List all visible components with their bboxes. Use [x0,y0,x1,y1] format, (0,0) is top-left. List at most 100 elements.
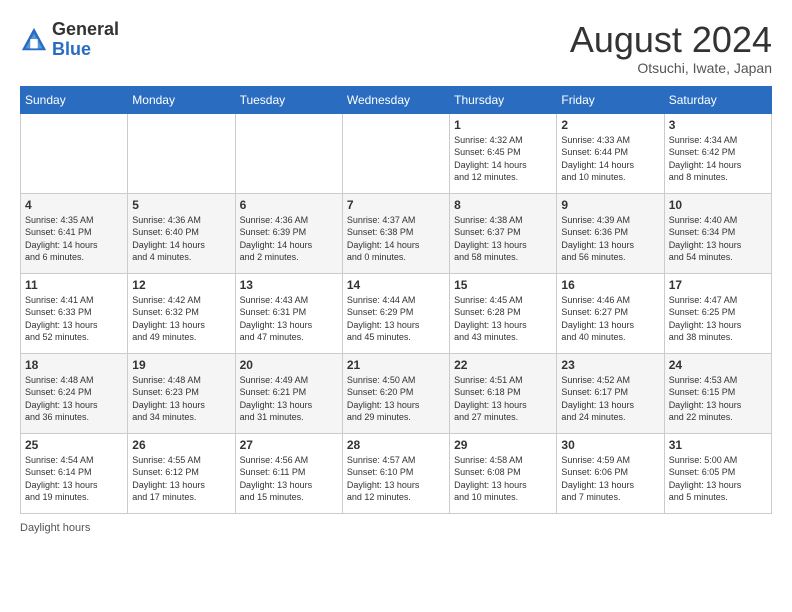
day-number: 18 [25,358,123,372]
day-number: 17 [669,278,767,292]
day-number: 6 [240,198,338,212]
day-info: Sunrise: 4:52 AM Sunset: 6:17 PM Dayligh… [561,374,659,424]
logo-blue-text: Blue [52,39,91,59]
day-cell: 20 Sunrise: 4:49 AM Sunset: 6:21 PM Dayli… [235,353,342,433]
day-number: 10 [669,198,767,212]
col-header-sunday: Sunday [21,86,128,113]
day-info: Sunrise: 4:58 AM Sunset: 6:08 PM Dayligh… [454,454,552,504]
day-cell: 5 Sunrise: 4:36 AM Sunset: 6:40 PM Daylig… [128,193,235,273]
day-info: Sunrise: 4:43 AM Sunset: 6:31 PM Dayligh… [240,294,338,344]
day-cell [235,113,342,193]
week-row-4: 18 Sunrise: 4:48 AM Sunset: 6:24 PM Dayli… [21,353,772,433]
day-cell: 8Sunrise: 4:38 AM Sunset: 6:37 PM Daylig… [450,193,557,273]
day-cell: 19Sunrise: 4:48 AM Sunset: 6:23 PM Dayli… [128,353,235,433]
day-cell: 17 Sunrise: 4:47 AM Sunset: 6:25 PM Dayli… [664,273,771,353]
title-block: August 2024 Otsuchi, Iwate, Japan [570,20,772,76]
day-header-row: SundayMondayTuesdayWednesdayThursdayFrid… [21,86,772,113]
day-cell: 9 Sunrise: 4:39 AM Sunset: 6:36 PM Daylig… [557,193,664,273]
day-number: 14 [347,278,445,292]
day-number: 26 [132,438,230,452]
day-cell [342,113,449,193]
day-number: 30 [561,438,659,452]
day-cell [21,113,128,193]
col-header-saturday: Saturday [664,86,771,113]
month-year-title: August 2024 [570,20,772,60]
day-cell: 13Sunrise: 4:43 AM Sunset: 6:31 PM Dayli… [235,273,342,353]
col-header-tuesday: Tuesday [235,86,342,113]
logo: General Blue [20,20,119,60]
col-header-monday: Monday [128,86,235,113]
day-info: Sunrise: 4:59 AM Sunset: 6:06 PM Dayligh… [561,454,659,504]
day-info: Sunrise: 4:50 AM Sunset: 6:20 PM Dayligh… [347,374,445,424]
day-info: Sunrise: 4:32 AM Sunset: 6:45 PM Dayligh… [454,134,552,184]
day-info: Sunrise: 4:45 AM Sunset: 6:28 PM Dayligh… [454,294,552,344]
day-info: Sunrise: 4:38 AM Sunset: 6:37 PM Dayligh… [454,214,552,264]
day-number: 28 [347,438,445,452]
day-info: Sunrise: 4:55 AM Sunset: 6:12 PM Dayligh… [132,454,230,504]
day-cell: 27Sunrise: 4:56 AM Sunset: 6:11 PM Dayli… [235,433,342,513]
day-number: 9 [561,198,659,212]
col-header-friday: Friday [557,86,664,113]
day-info: Sunrise: 4:41 AM Sunset: 6:33 PM Dayligh… [25,294,123,344]
day-info: Sunrise: 5:00 AM Sunset: 6:05 PM Dayligh… [669,454,767,504]
week-row-1: 1 Sunrise: 4:32 AM Sunset: 6:45 PM Daylig… [21,113,772,193]
day-info: Sunrise: 4:53 AM Sunset: 6:15 PM Dayligh… [669,374,767,424]
day-cell: 29Sunrise: 4:58 AM Sunset: 6:08 PM Dayli… [450,433,557,513]
day-cell: 6 Sunrise: 4:36 AM Sunset: 6:39 PM Daylig… [235,193,342,273]
day-cell: 22Sunrise: 4:51 AM Sunset: 6:18 PM Dayli… [450,353,557,433]
logo-general-text: General [52,19,119,39]
day-info: Sunrise: 4:47 AM Sunset: 6:25 PM Dayligh… [669,294,767,344]
day-cell: 31 Sunrise: 5:00 AM Sunset: 6:05 PM Dayli… [664,433,771,513]
col-header-thursday: Thursday [450,86,557,113]
day-cell: 2Sunrise: 4:33 AM Sunset: 6:44 PM Daylig… [557,113,664,193]
footer: Daylight hours [20,522,772,534]
day-cell: 15 Sunrise: 4:45 AM Sunset: 6:28 PM Dayli… [450,273,557,353]
day-cell: 3Sunrise: 4:34 AM Sunset: 6:42 PM Daylig… [664,113,771,193]
week-row-2: 4 Sunrise: 4:35 AM Sunset: 6:41 PM Daylig… [21,193,772,273]
day-cell: 4 Sunrise: 4:35 AM Sunset: 6:41 PM Daylig… [21,193,128,273]
day-cell: 28 Sunrise: 4:57 AM Sunset: 6:10 PM Dayli… [342,433,449,513]
day-info: Sunrise: 4:35 AM Sunset: 6:41 PM Dayligh… [25,214,123,264]
day-info: Sunrise: 4:33 AM Sunset: 6:44 PM Dayligh… [561,134,659,184]
day-number: 1 [454,118,552,132]
day-info: Sunrise: 4:49 AM Sunset: 6:21 PM Dayligh… [240,374,338,424]
day-info: Sunrise: 4:46 AM Sunset: 6:27 PM Dayligh… [561,294,659,344]
day-number: 20 [240,358,338,372]
day-cell: 26 Sunrise: 4:55 AM Sunset: 6:12 PM Dayli… [128,433,235,513]
day-info: Sunrise: 4:57 AM Sunset: 6:10 PM Dayligh… [347,454,445,504]
day-cell: 24Sunrise: 4:53 AM Sunset: 6:15 PM Dayli… [664,353,771,433]
day-info: Sunrise: 4:39 AM Sunset: 6:36 PM Dayligh… [561,214,659,264]
day-number: 7 [347,198,445,212]
day-info: Sunrise: 4:54 AM Sunset: 6:14 PM Dayligh… [25,454,123,504]
day-cell: 18 Sunrise: 4:48 AM Sunset: 6:24 PM Dayli… [21,353,128,433]
day-number: 21 [347,358,445,372]
day-cell: 16 Sunrise: 4:46 AM Sunset: 6:27 PM Dayli… [557,273,664,353]
day-number: 4 [25,198,123,212]
day-cell: 1 Sunrise: 4:32 AM Sunset: 6:45 PM Daylig… [450,113,557,193]
day-cell: 25 Sunrise: 4:54 AM Sunset: 6:14 PM Dayli… [21,433,128,513]
day-info: Sunrise: 4:56 AM Sunset: 6:11 PM Dayligh… [240,454,338,504]
day-cell: 23 Sunrise: 4:52 AM Sunset: 6:17 PM Dayli… [557,353,664,433]
day-number: 16 [561,278,659,292]
day-info: Sunrise: 4:42 AM Sunset: 6:32 PM Dayligh… [132,294,230,344]
day-info: Sunrise: 4:48 AM Sunset: 6:24 PM Dayligh… [25,374,123,424]
day-cell: 14Sunrise: 4:44 AM Sunset: 6:29 PM Dayli… [342,273,449,353]
day-number: 15 [454,278,552,292]
day-info: Sunrise: 4:36 AM Sunset: 6:39 PM Dayligh… [240,214,338,264]
day-number: 25 [25,438,123,452]
location-text: Otsuchi, Iwate, Japan [570,60,772,76]
day-number: 12 [132,278,230,292]
day-number: 31 [669,438,767,452]
day-info: Sunrise: 4:51 AM Sunset: 6:18 PM Dayligh… [454,374,552,424]
day-cell: 11 Sunrise: 4:41 AM Sunset: 6:33 PM Dayli… [21,273,128,353]
day-info: Sunrise: 4:36 AM Sunset: 6:40 PM Dayligh… [132,214,230,264]
day-number: 23 [561,358,659,372]
day-cell [128,113,235,193]
day-cell: 21 Sunrise: 4:50 AM Sunset: 6:20 PM Dayli… [342,353,449,433]
day-number: 11 [25,278,123,292]
day-number: 5 [132,198,230,212]
day-cell: 10Sunrise: 4:40 AM Sunset: 6:34 PM Dayli… [664,193,771,273]
day-number: 19 [132,358,230,372]
page-header: General Blue August 2024 Otsuchi, Iwate,… [20,20,772,76]
logo-icon [20,26,48,54]
